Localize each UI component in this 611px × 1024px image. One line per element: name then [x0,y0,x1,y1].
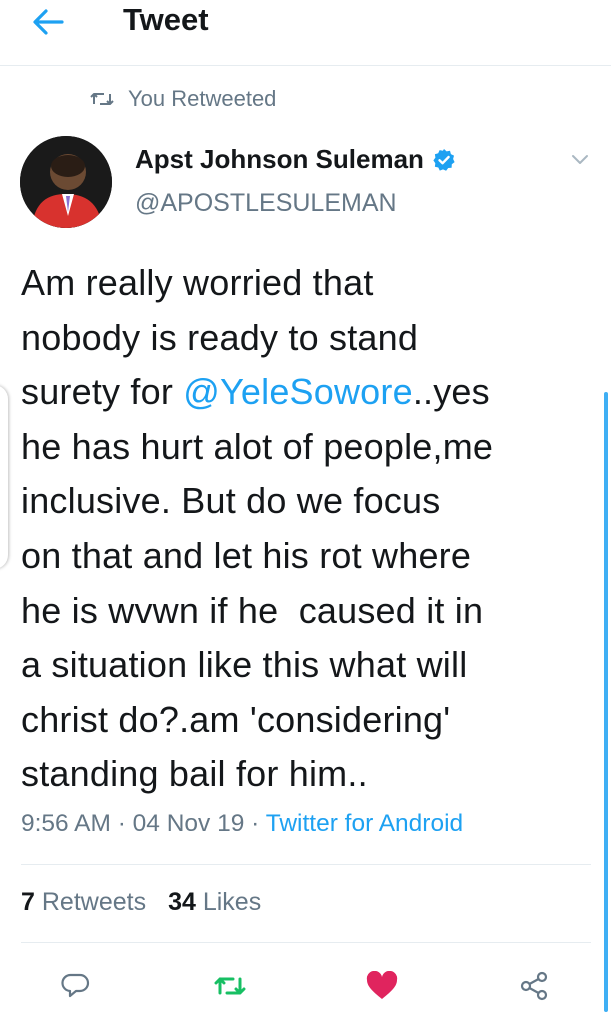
share-button[interactable] [514,966,554,1006]
edge-panel-handle[interactable] [0,385,8,569]
meta-separator: · [244,810,266,837]
tweet-date[interactable]: 04 Nov 19 [133,810,245,837]
share-icon [520,971,548,1001]
tweet-line: ..yes [412,371,490,413]
chevron-down-icon [572,155,588,164]
retweet-notice-text: You Retweeted [128,86,277,111]
author-name[interactable]: Apst Johnson Suleman [135,144,424,175]
reply-icon [61,973,90,998]
avatar[interactable] [20,136,112,228]
author-name-row[interactable]: Apst Johnson Suleman [135,144,456,175]
tweet-line: nobody is ready to stand [21,316,419,358]
tweet-line: on that and let his rot where [21,534,472,576]
retweets-stat[interactable]: 7 Retweets [21,888,146,917]
likes-label: Likes [202,888,262,916]
author-handle[interactable]: @APOSTLESULEMAN [135,189,397,218]
tweet-line: Am really worried that [21,262,374,303]
tweet-line: inclusive. But do we focus [21,480,441,522]
tweet-line: a situation like this what will [21,644,468,686]
tweet-text: Am really worried that nobody is ready t… [21,256,601,802]
like-button[interactable] [362,966,402,1006]
tweet-line: surety for [21,371,184,413]
likes-stat[interactable]: 34 Likes [168,888,261,917]
retweet-icon [90,93,114,105]
heart-icon [366,971,398,999]
retweet-notice: You Retweeted [90,86,276,112]
tweet-line: he has hurt alot of people,me [21,425,494,467]
tweet-line: standing bail for him.. [21,753,368,795]
retweet-icon [214,977,246,995]
page-title: Tweet [123,2,209,37]
tweet-stats: 7 Retweets 34 Likes [21,888,261,917]
mention-link[interactable]: @YeleSowore [183,371,413,412]
tweet-source-link[interactable]: Twitter for Android [266,810,463,837]
verified-badge-icon [433,148,455,171]
tweet-line: he is wvwn if he caused it in [21,589,484,631]
retweets-count: 7 [21,888,35,916]
divider [21,942,591,943]
arrow-left-icon [33,9,64,35]
likes-count: 34 [168,888,196,916]
tweet-time[interactable]: 9:56 AM [21,810,111,837]
back-button[interactable] [28,4,68,40]
retweets-label: Retweets [41,888,147,916]
top-bar: Tweet [0,0,611,66]
tweet-meta: 9:56 AM · 04 Nov 19 · Twitter for Androi… [21,810,463,838]
meta-separator: · [110,810,133,837]
tweet-actions [0,958,611,1018]
reply-button[interactable] [56,966,96,1006]
divider [21,864,591,865]
scrollbar[interactable] [604,392,608,1012]
tweet-menu-button[interactable] [570,152,590,171]
tweet-line: christ do?.am 'considering' [21,698,451,740]
retweet-button[interactable] [210,966,250,1006]
